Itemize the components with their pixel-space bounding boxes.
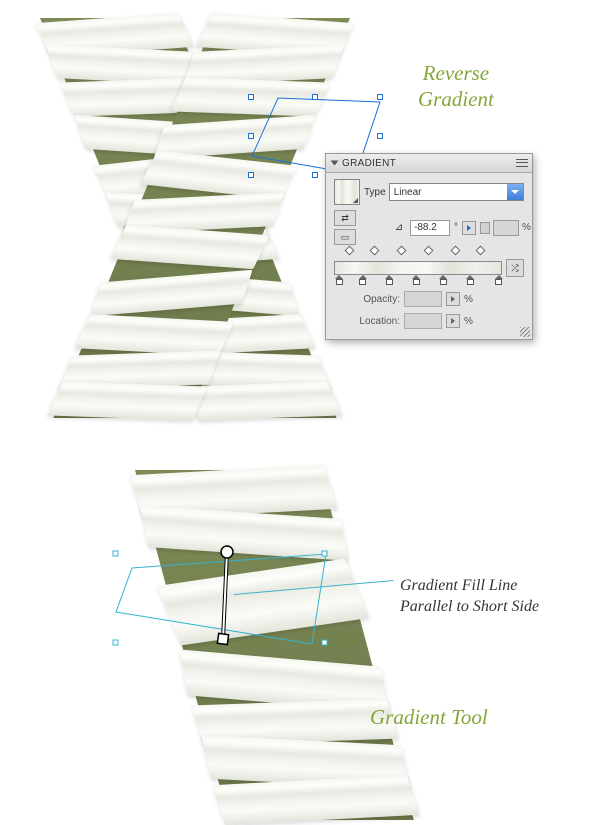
selection-handle[interactable]	[248, 94, 254, 100]
collapse-toggle-icon[interactable]	[331, 161, 339, 166]
gradient-stop[interactable]	[494, 275, 504, 285]
annotation-gradient-tool: Gradient Tool	[370, 704, 488, 730]
percent-symbol: %	[464, 316, 473, 327]
opacity-input[interactable]	[404, 291, 442, 307]
gradient-type-dropdown[interactable]: Linear	[389, 183, 524, 201]
chevron-down-icon[interactable]	[507, 184, 523, 200]
gradient-midpoint[interactable]	[396, 246, 406, 256]
annotation-text: Gradient	[418, 87, 494, 111]
angle-stepper[interactable]	[462, 221, 476, 235]
gradient-midpoint[interactable]	[423, 246, 433, 256]
gradient-ramp[interactable]: ⤮	[334, 251, 524, 285]
opacity-label: Opacity:	[352, 294, 400, 305]
gradient-stop[interactable]	[334, 275, 344, 285]
type-label: Type	[364, 187, 386, 198]
reverse-gradient-button[interactable]: ⇄	[334, 210, 356, 226]
annotation-text: Gradient Tool	[370, 705, 488, 729]
degree-symbol: °	[454, 222, 458, 233]
gradient-stop[interactable]	[358, 275, 368, 285]
opacity-stepper[interactable]	[446, 292, 460, 306]
percent-symbol: %	[522, 222, 531, 233]
callout-line1: Gradient Fill Line	[400, 577, 517, 594]
annotation-reverse-gradient: Reverse Gradient	[418, 60, 494, 113]
gradient-midpoint[interactable]	[450, 246, 460, 256]
gradient-stop[interactable]	[384, 275, 394, 285]
panel-menu-icon[interactable]	[516, 158, 528, 168]
selection-handle[interactable]	[377, 94, 383, 100]
selection-handle[interactable]	[377, 133, 383, 139]
mummy-v-letter	[30, 18, 360, 428]
location-stepper[interactable]	[446, 314, 460, 328]
location-input[interactable]	[404, 313, 442, 329]
panel-title-text: GRADIENT	[342, 158, 396, 169]
gradient-annotator[interactable]	[212, 544, 242, 653]
selection-handle[interactable]	[248, 133, 254, 139]
selection-handle[interactable]	[248, 172, 254, 178]
angle-icon: ⊿	[392, 222, 406, 233]
gradient-end-handle	[217, 633, 228, 644]
gradient-midpoint[interactable]	[370, 246, 380, 256]
gradient-start-handle	[221, 546, 233, 558]
dropdown-value: Linear	[394, 187, 422, 198]
callout-line2: Parallel to Short Side	[400, 598, 539, 615]
percent-symbol: %	[464, 294, 473, 305]
gradient-stop[interactable]	[411, 275, 421, 285]
gradient-stop[interactable]	[438, 275, 448, 285]
gradient-stop[interactable]	[465, 275, 475, 285]
delete-stop-button[interactable]: ⤮	[506, 259, 524, 277]
annotation-text: Reverse	[423, 61, 489, 85]
stroke-gradient-button[interactable]: ▭	[334, 229, 356, 245]
gradient-preview-swatch[interactable]	[334, 179, 360, 205]
selection-handle[interactable]	[312, 172, 318, 178]
callout-text: Gradient Fill Line Parallel to Short Sid…	[400, 576, 539, 618]
panel-resize-handle[interactable]	[520, 327, 530, 337]
gradient-midpoint[interactable]	[475, 246, 485, 256]
location-label: Location:	[352, 316, 400, 327]
aspect-ratio-icon	[480, 222, 490, 234]
angle-input[interactable]: -88.2	[410, 220, 450, 236]
selection-handle[interactable]	[312, 94, 318, 100]
aspect-ratio-input[interactable]	[493, 220, 519, 236]
gradient-midpoint[interactable]	[344, 246, 354, 256]
panel-titlebar[interactable]: GRADIENT	[326, 154, 532, 173]
gradient-panel: GRADIENT Type Linear ⇄ ▭ ⊿	[325, 153, 533, 340]
